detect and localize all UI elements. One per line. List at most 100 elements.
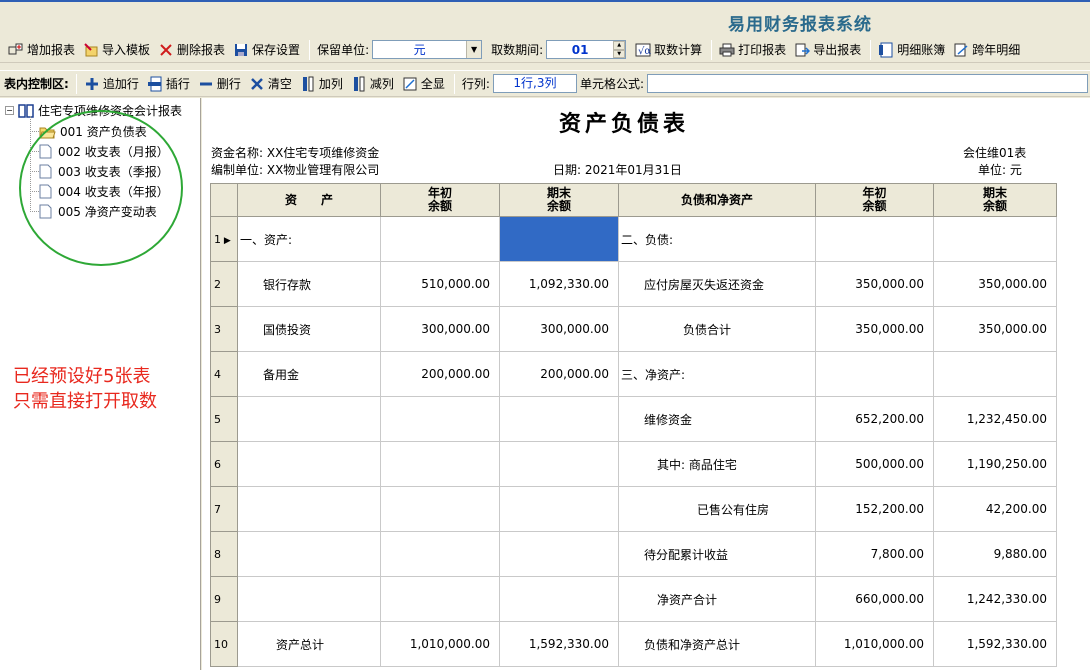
liability-name-cell[interactable]: 净资产合计 bbox=[618, 576, 816, 622]
liability-end-cell[interactable]: 1,190,250.00 bbox=[933, 441, 1057, 487]
asset-name-cell[interactable]: 银行存款 bbox=[237, 261, 381, 307]
asset-name-cell[interactable]: 国债投资 bbox=[237, 306, 381, 352]
asset-name-cell[interactable] bbox=[237, 531, 381, 577]
rowcol-field[interactable]: 1行,3列 bbox=[492, 74, 577, 93]
append-row-button[interactable]: 追加行 bbox=[81, 73, 142, 95]
asset-name-cell[interactable] bbox=[237, 486, 381, 532]
liability-name-cell[interactable]: 负债合计 bbox=[618, 306, 816, 352]
liability-begin-cell[interactable]: 500,000.00 bbox=[815, 441, 934, 487]
liability-end-cell[interactable]: 1,592,330.00 bbox=[933, 621, 1057, 667]
asset-end-cell[interactable]: 1,092,330.00 bbox=[499, 261, 619, 307]
column-header[interactable]: 年初 余额 bbox=[815, 183, 934, 217]
liability-end-cell[interactable] bbox=[933, 351, 1057, 397]
table-row[interactable]: 3 国债投资 300,000.00 300,000.00 负债合计 350,000.00 3… bbox=[210, 306, 1057, 352]
clear-button[interactable]: 清空 bbox=[246, 73, 295, 95]
asset-name-cell[interactable]: 一、资产: bbox=[237, 216, 381, 262]
column-header[interactable]: 资 产 bbox=[237, 183, 381, 217]
row-header[interactable]: 6 bbox=[210, 441, 238, 487]
add-report-button[interactable]: 增加报表 bbox=[5, 39, 78, 61]
row-header[interactable]: 1 ▶ bbox=[210, 216, 238, 262]
row-header[interactable]: 9 bbox=[210, 576, 238, 622]
stepper-down-icon[interactable]: ▼ bbox=[613, 49, 626, 58]
asset-begin-cell[interactable]: 510,000.00 bbox=[380, 261, 500, 307]
table-row[interactable]: 2 银行存款 510,000.00 1,092,330.00 应付房屋灭失返还资金 350… bbox=[210, 261, 1057, 307]
asset-name-cell[interactable]: 资产总计 bbox=[237, 621, 381, 667]
liability-begin-cell[interactable]: 7,800.00 bbox=[815, 531, 934, 577]
remove-column-button[interactable]: 减列 bbox=[348, 73, 397, 95]
asset-end-cell[interactable] bbox=[499, 531, 619, 577]
liability-begin-cell[interactable]: 660,000.00 bbox=[815, 576, 934, 622]
asset-begin-cell[interactable] bbox=[380, 531, 500, 577]
asset-name-cell[interactable] bbox=[237, 396, 381, 442]
print-report-button[interactable]: 打印报表 bbox=[716, 39, 789, 61]
stepper-up-icon[interactable]: ▲ bbox=[613, 41, 626, 50]
row-header[interactable]: 2 bbox=[210, 261, 238, 307]
column-header[interactable]: 期末 余额 bbox=[933, 183, 1057, 217]
liability-begin-cell[interactable] bbox=[815, 216, 934, 262]
column-header[interactable]: 负债和净资产 bbox=[618, 183, 816, 217]
column-header[interactable]: 年初 余额 bbox=[380, 183, 500, 217]
asset-end-cell[interactable] bbox=[499, 396, 619, 442]
asset-begin-cell[interactable]: 200,000.00 bbox=[380, 351, 500, 397]
asset-begin-cell[interactable] bbox=[380, 576, 500, 622]
show-all-button[interactable]: 全显 bbox=[399, 73, 448, 95]
table-row[interactable]: 6 其中: 商品住宅 500,000.00 1,190,250.00 bbox=[210, 441, 1057, 487]
asset-begin-cell[interactable] bbox=[380, 441, 500, 487]
liability-name-cell[interactable]: 三、净资产: bbox=[618, 351, 816, 397]
insert-row-button[interactable]: 插行 bbox=[144, 73, 193, 95]
liability-name-cell[interactable]: 负债和净资产总计 bbox=[618, 621, 816, 667]
liability-name-cell[interactable]: 维修资金 bbox=[618, 396, 816, 442]
export-report-button[interactable]: 导出报表 bbox=[791, 39, 864, 61]
liability-begin-cell[interactable]: 652,200.00 bbox=[815, 396, 934, 442]
asset-begin-cell[interactable] bbox=[380, 396, 500, 442]
liability-begin-cell[interactable]: 350,000.00 bbox=[815, 261, 934, 307]
liability-name-cell[interactable]: 待分配累计收益 bbox=[618, 531, 816, 577]
liability-begin-cell[interactable]: 152,200.00 bbox=[815, 486, 934, 532]
asset-end-cell[interactable]: 200,000.00 bbox=[499, 351, 619, 397]
asset-end-cell[interactable] bbox=[499, 441, 619, 487]
row-header[interactable]: 10 bbox=[210, 621, 238, 667]
collapse-icon[interactable]: − bbox=[5, 106, 14, 115]
liability-end-cell[interactable]: 9,880.00 bbox=[933, 531, 1057, 577]
formula-input[interactable] bbox=[647, 74, 1088, 93]
asset-name-cell[interactable] bbox=[237, 441, 381, 487]
asset-end-cell[interactable] bbox=[499, 486, 619, 532]
liability-end-cell[interactable]: 350,000.00 bbox=[933, 306, 1057, 352]
asset-name-cell[interactable]: 备用金 bbox=[237, 351, 381, 397]
table-row[interactable]: 10 资产总计 1,010,000.00 1,592,330.00 负债和净资产总计 1,… bbox=[210, 621, 1057, 667]
row-header[interactable]: 3 bbox=[210, 306, 238, 352]
asset-end-cell[interactable] bbox=[499, 576, 619, 622]
row-header[interactable]: 5 bbox=[210, 396, 238, 442]
liability-name-cell[interactable]: 已售公有住房 bbox=[618, 486, 816, 532]
table-row[interactable]: 7 已售公有住房 152,200.00 42,200.00 bbox=[210, 486, 1057, 532]
liability-end-cell[interactable]: 350,000.00 bbox=[933, 261, 1057, 307]
table-row[interactable]: 8 待分配累计收益 7,800.00 9,880.00 bbox=[210, 531, 1057, 577]
table-row[interactable]: 1 ▶ 一、资产: 二、负债: bbox=[210, 216, 1057, 262]
delete-row-button[interactable]: 删行 bbox=[195, 73, 244, 95]
asset-name-cell[interactable] bbox=[237, 576, 381, 622]
asset-begin-cell[interactable] bbox=[380, 216, 500, 262]
table-row[interactable]: 9 净资产合计 660,000.00 1,242,330.00 bbox=[210, 576, 1057, 622]
import-template-button[interactable]: 导入模板 bbox=[80, 39, 153, 61]
cross-year-button[interactable]: 跨年明细 bbox=[950, 39, 1023, 61]
liability-name-cell[interactable]: 二、负债: bbox=[618, 216, 816, 262]
asset-begin-cell[interactable] bbox=[380, 486, 500, 532]
report-grid[interactable]: 资 产 年初 余额 期末 余额 负债和净资产 年初 余额 期末 余额 1 ▶ 一、资产: 二… bbox=[210, 183, 1057, 667]
period-stepper[interactable]: 01 ▲ ▼ bbox=[546, 40, 627, 59]
asset-begin-cell[interactable]: 1,010,000.00 bbox=[380, 621, 500, 667]
asset-begin-cell[interactable]: 300,000.00 bbox=[380, 306, 500, 352]
table-row[interactable]: 4 备用金 200,000.00 200,000.00 三、净资产: bbox=[210, 351, 1057, 397]
liability-begin-cell[interactable]: 350,000.00 bbox=[815, 306, 934, 352]
row-header[interactable]: 4 bbox=[210, 351, 238, 397]
liability-name-cell[interactable]: 应付房屋灭失返还资金 bbox=[618, 261, 816, 307]
chevron-down-icon[interactable]: ▼ bbox=[466, 41, 482, 58]
liability-end-cell[interactable]: 1,232,450.00 bbox=[933, 396, 1057, 442]
liability-name-cell[interactable]: 其中: 商品住宅 bbox=[618, 441, 816, 487]
liability-end-cell[interactable]: 42,200.00 bbox=[933, 486, 1057, 532]
row-header[interactable]: 8 bbox=[210, 531, 238, 577]
asset-end-cell[interactable]: 1,592,330.00 bbox=[499, 621, 619, 667]
liability-begin-cell[interactable] bbox=[815, 351, 934, 397]
liability-begin-cell[interactable]: 1,010,000.00 bbox=[815, 621, 934, 667]
asset-end-cell[interactable] bbox=[499, 216, 619, 262]
save-settings-button[interactable]: 保存设置 bbox=[230, 39, 303, 61]
